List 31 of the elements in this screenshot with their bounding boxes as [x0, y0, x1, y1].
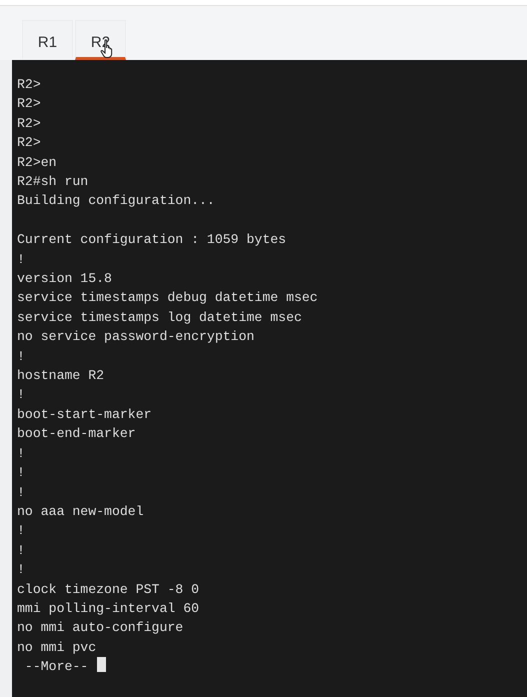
terminal-line: service timestamps debug datetime msec — [17, 290, 318, 306]
tab[interactable]: R1 — [22, 20, 73, 60]
terminal-line: ! — [17, 348, 25, 364]
terminal-line: no service password-encryption — [17, 329, 254, 344]
terminal-line: Building configuration... — [17, 193, 215, 208]
terminal-line: R2> — [17, 116, 41, 131]
terminal-line: boot-start-marker — [17, 406, 152, 422]
terminal-line: mmi polling-interval 60 — [17, 600, 200, 616]
terminal-line: R2> — [17, 96, 41, 112]
terminal-line: ! — [17, 387, 25, 402]
terminal-line: version 15.8 — [17, 271, 112, 286]
terminal-line: R2> — [17, 77, 41, 92]
terminal-line: R2#sh run — [17, 174, 88, 190]
terminal-line: clock timezone PST -8 0 — [17, 582, 200, 597]
terminal-line: hostname R2 — [17, 368, 104, 384]
terminal-line: ! — [17, 542, 25, 558]
terminal-line: no aaa new-model — [17, 504, 144, 519]
terminal-line: ! — [17, 465, 25, 480]
terminal-line: service timestamps log datetime msec — [17, 310, 302, 325]
terminal-line: no mmi auto-configure — [17, 620, 184, 636]
terminal-line: Current configuration : 1059 bytes — [17, 232, 286, 248]
terminal-line: ! — [17, 562, 25, 578]
terminal-line: no mmi pvc — [17, 640, 96, 655]
terminal-line: R2> — [17, 135, 41, 150]
terminal-line: ! — [17, 523, 25, 538]
more-prompt: --More-- — [24, 659, 90, 674]
terminal-line: ! — [17, 252, 25, 267]
terminal-line: ! — [17, 446, 25, 461]
terminal-line: ! — [17, 484, 25, 500]
terminal-line: R2>en — [17, 154, 57, 170]
terminal-line: boot-end-marker — [17, 426, 136, 442]
